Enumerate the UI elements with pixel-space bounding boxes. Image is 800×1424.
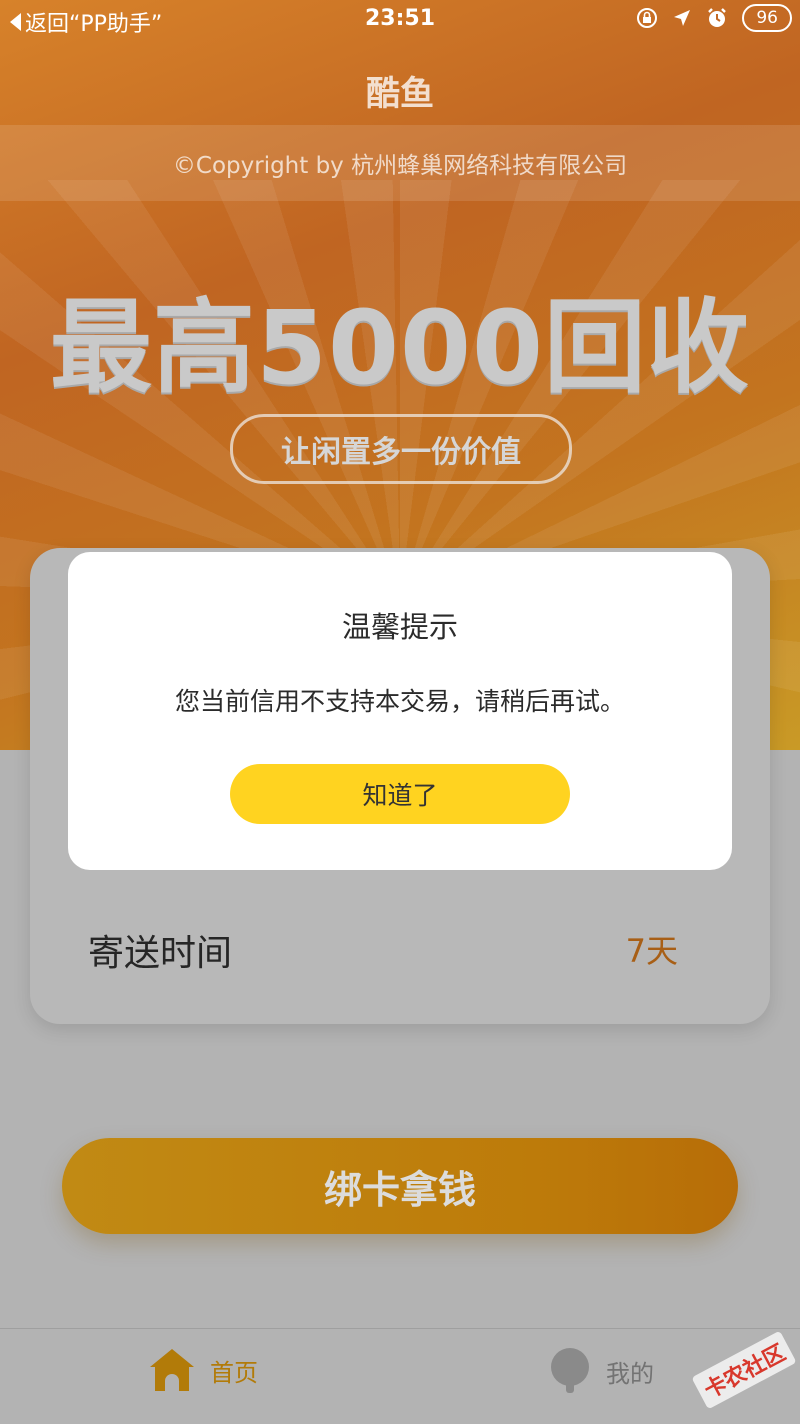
- lock-rotation-icon: [637, 8, 658, 28]
- alarm-icon: [708, 8, 727, 27]
- app-title: 酷鱼: [366, 74, 434, 114]
- tab-mine-label: 我的: [606, 1359, 654, 1388]
- status-icons: 96: [636, 4, 792, 32]
- shipping-time-label: 寄送时间: [88, 933, 233, 974]
- copyright-bar: ©Copyright by 杭州蜂巢网络科技有限公司: [0, 125, 800, 201]
- slogan-text: 让闲置多一份价值: [281, 435, 521, 470]
- tab-bar: 首页 我的: [0, 1328, 800, 1424]
- copyright-text: ©Copyright by 杭州蜂巢网络科技有限公司: [172, 153, 628, 179]
- signal-badge: 96: [742, 4, 792, 32]
- shipping-time-value: 7天: [625, 932, 678, 970]
- dialog-ok-button[interactable]: 知道了: [230, 764, 570, 824]
- status-bar: 返回“PP助手” 23:51 96: [0, 0, 800, 40]
- location-arrow-icon: [674, 10, 691, 26]
- home-icon: [150, 1349, 194, 1391]
- tab-home[interactable]: 首页: [148, 1347, 258, 1393]
- user-avatar-icon: [551, 1348, 589, 1393]
- tab-home-label: 首页: [210, 1358, 258, 1387]
- dialog-message: 您当前信用不支持本交易，请稍后再试。: [174, 687, 625, 716]
- alert-dialog: 温馨提示 您当前信用不支持本交易，请稍后再试。 知道了: [68, 552, 732, 870]
- dialog-title: 温馨提示: [341, 610, 458, 644]
- tab-mine[interactable]: 我的: [548, 1347, 654, 1395]
- bind-card-button[interactable]: 绑卡拿钱: [62, 1138, 738, 1234]
- banner-slogan: 让闲置多一份价值: [230, 414, 572, 484]
- bind-card-label: 绑卡拿钱: [323, 1167, 476, 1212]
- banner-headline: 最高5000回收: [50, 289, 750, 408]
